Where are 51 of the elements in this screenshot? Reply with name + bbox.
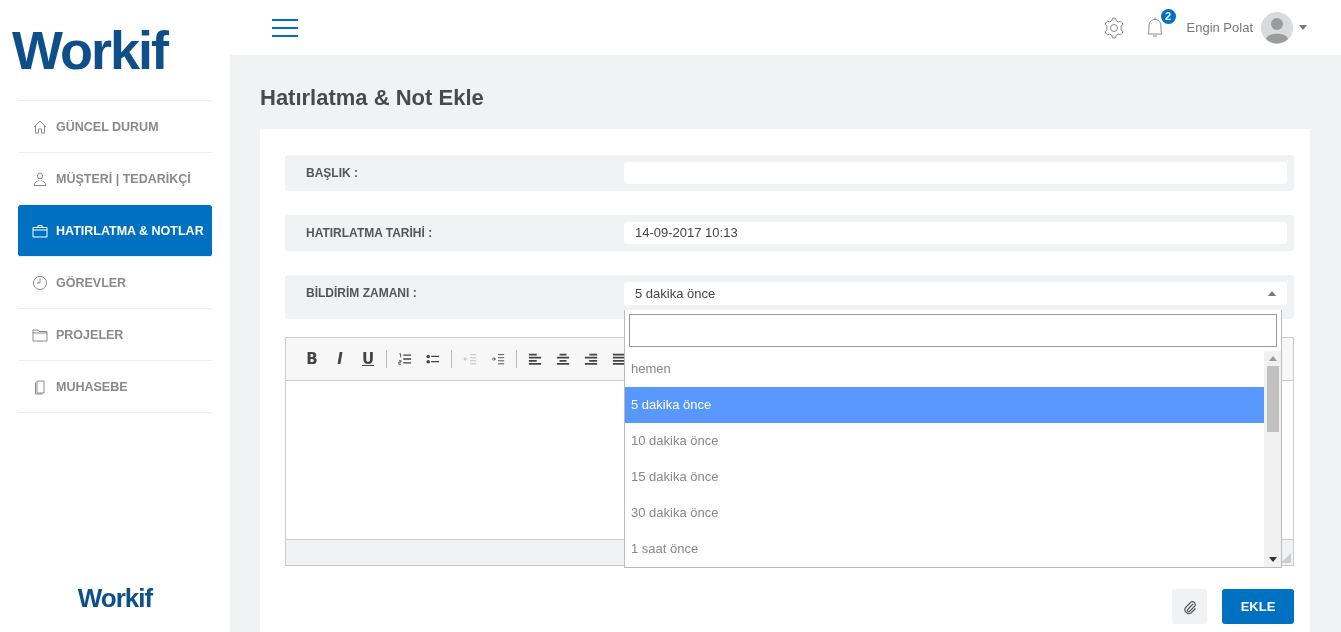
folder-icon: [32, 326, 48, 343]
scroll-up-icon[interactable]: [1268, 356, 1277, 361]
workif-logo: Workif: [77, 583, 153, 614]
format-button[interactable]: I: [326, 350, 354, 368]
indent-icon[interactable]: [491, 352, 505, 366]
sidebar-item[interactable]: GÖREVLER: [18, 257, 212, 309]
resize-grip-icon[interactable]: [1281, 553, 1291, 563]
format-button[interactable]: U: [354, 350, 382, 368]
bullet-list-icon[interactable]: [426, 352, 440, 366]
sidebar-item[interactable]: MUHASEBE: [18, 361, 212, 413]
sidebar-item[interactable]: GÜNCEL DURUM: [18, 101, 212, 153]
notification-badge: 2: [1160, 8, 1176, 24]
dropdown-option[interactable]: 15 dakika önce: [625, 459, 1264, 495]
align-icon[interactable]: [556, 352, 570, 366]
attach-button[interactable]: [1172, 589, 1207, 624]
format-button[interactable]: B: [298, 350, 326, 368]
paperclip-icon: [1181, 598, 1198, 615]
field-label: BAŞLIK :: [306, 166, 359, 180]
scrollbar[interactable]: [1264, 351, 1281, 567]
scroll-down-icon[interactable]: [1268, 557, 1277, 562]
document-icon: [32, 378, 48, 395]
user-icon: [32, 170, 48, 187]
dropdown-option[interactable]: 30 dakika önce: [625, 495, 1264, 531]
search-field[interactable]: [629, 314, 1277, 347]
dropdown-option[interactable]: 1 saat önce: [625, 531, 1264, 567]
dropdown-option[interactable]: 5 dakika önce: [625, 387, 1264, 423]
page-title: Hatırlatma & Not Ekle: [260, 85, 485, 111]
dropdown-option[interactable]: 10 dakika önce: [625, 423, 1264, 459]
submit-button[interactable]: EKLE: [1222, 589, 1294, 624]
sidebar-item[interactable]: HATIRLATMA & NOTLAR: [18, 205, 212, 257]
input-field[interactable]: 14-09-2017 10:13: [624, 222, 1287, 244]
align-icon[interactable]: [612, 352, 626, 366]
menu-button[interactable]: [272, 18, 298, 37]
clock-icon: [32, 274, 48, 291]
field-label: BİLDİRİM ZAMANI :: [306, 286, 418, 300]
caret-up-icon: [1268, 291, 1276, 296]
dropdown-option[interactable]: hemen: [625, 351, 1264, 387]
caret-icon[interactable]: [1299, 25, 1307, 30]
sidebar-item[interactable]: PROJELER: [18, 309, 212, 361]
workif-logo: Workif: [12, 20, 167, 80]
user-name[interactable]: Engin Polat: [1186, 20, 1253, 35]
home-icon: [32, 118, 48, 135]
field-label: HATIRLATMA TARİHİ :: [306, 226, 434, 240]
numbered-list-icon[interactable]: [398, 352, 412, 366]
avatar-icon[interactable]: [1261, 11, 1293, 44]
scroll-thumb[interactable]: [1266, 366, 1279, 432]
briefcase-icon: [32, 222, 48, 239]
align-icon[interactable]: [528, 352, 542, 366]
select-field[interactable]: 5 dakika önce: [624, 282, 1287, 305]
settings-icon[interactable]: [1101, 15, 1126, 40]
align-icon[interactable]: [584, 352, 598, 366]
